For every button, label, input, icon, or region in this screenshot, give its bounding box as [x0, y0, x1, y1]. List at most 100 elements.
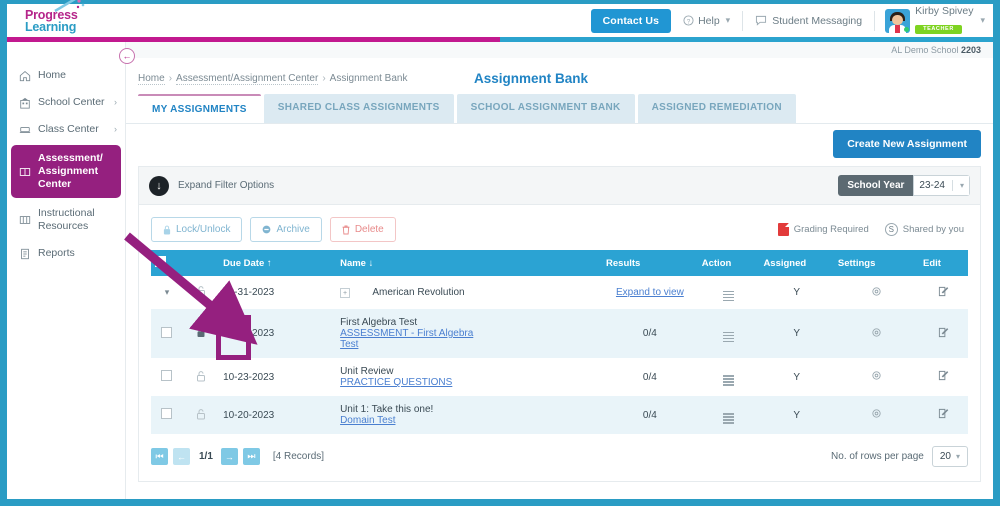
expand-filter-options-label[interactable]: Expand Filter Options	[178, 180, 274, 191]
expand-box-icon[interactable]: +	[340, 288, 351, 299]
user-role-badge: TEACHER	[915, 24, 962, 34]
row-name-cell: Unit Review PRACTICE QUESTIONS	[336, 358, 602, 396]
unlocked-icon[interactable]	[196, 408, 206, 420]
row-assigned: Y	[793, 409, 800, 421]
sidebar-item-class-center[interactable]: Class Center ›	[7, 116, 125, 143]
student-messaging-label: Student Messaging	[772, 14, 863, 27]
sidebar-item-instructional-resources[interactable]: Instructional Resources	[7, 200, 125, 240]
sidebar-collapse-button[interactable]: ←	[119, 48, 135, 64]
row-assessment-link[interactable]: ASSESSMENT - First Algebra Test	[340, 328, 480, 350]
help-menu[interactable]: ? Help ▾	[683, 15, 730, 27]
breadcrumb-item-home[interactable]: Home	[138, 73, 165, 85]
logo-text-learning: Learning	[25, 19, 77, 34]
avatar	[885, 8, 911, 33]
row-checkbox[interactable]	[161, 370, 173, 381]
chevron-down-icon[interactable]: ▾	[165, 287, 170, 297]
gear-icon[interactable]	[871, 408, 882, 419]
column-name[interactable]: Name ↓	[336, 250, 603, 276]
sidebar-item-label: Home	[38, 69, 67, 81]
breadcrumb-row: Home › Assessment/Assignment Center › Assign…	[126, 58, 993, 86]
row-lock-cell	[183, 396, 219, 434]
tab-school-assignment-bank[interactable]: SCHOOL ASSIGNMENT BANK	[456, 94, 635, 123]
archive-button[interactable]: Archive	[250, 217, 322, 242]
sidebar-item-home[interactable]: Home	[7, 62, 125, 89]
building-icon	[19, 97, 31, 109]
app-page: Progress Learning Contact Us ? Help ▾ St…	[0, 0, 1000, 506]
row-assessment-link[interactable]: Domain Test	[340, 415, 395, 426]
pagination-next-button[interactable]: →	[220, 448, 238, 465]
row-checkbox[interactable]	[161, 326, 173, 338]
pencil-square-icon[interactable]	[938, 408, 949, 419]
list-lines-icon[interactable]	[723, 331, 735, 342]
tab-assigned-remediation[interactable]: ASSIGNED REMEDIATION	[637, 94, 796, 123]
header-divider	[742, 10, 744, 31]
pencil-square-icon[interactable]	[938, 370, 949, 381]
rows-per-page-group: No. of rows per page 20 ▾	[831, 446, 968, 467]
user-menu[interactable]: Kirby Spivey TEACHER ▾	[885, 6, 985, 35]
pagination-first-button[interactable]: ⏮	[151, 448, 168, 465]
arrow-down-circle-icon[interactable]: ↓	[149, 175, 169, 196]
progress-learning-logo[interactable]: Progress Learning	[25, 0, 155, 34]
row-assigned: Y	[793, 371, 800, 383]
sidebar: ← Home School Center › Class Center › As…	[7, 42, 135, 499]
sidebar-item-assessment-assignment-center[interactable]: Assessment/ Assignment Center	[11, 145, 121, 198]
tab-my-assignments[interactable]: MY ASSIGNMENTS	[138, 94, 261, 123]
gear-icon[interactable]	[871, 327, 882, 338]
unlocked-icon[interactable]	[196, 370, 206, 382]
row-expander-cell: ▾	[151, 276, 183, 309]
rows-per-page-label: No. of rows per page	[831, 451, 924, 462]
table-row[interactable]: 10-26-2023 First Algebra Test ASSESSMENT…	[151, 309, 968, 358]
bulk-actions-row: Lock/Unlock Archive Delete Grading Requi…	[139, 205, 980, 250]
list-lines-icon[interactable]	[723, 375, 735, 386]
select-all-checkbox[interactable]	[155, 256, 166, 267]
legend-label: Shared by you	[902, 224, 964, 235]
chevron-down-icon: ▾	[955, 452, 960, 461]
create-new-assignment-button[interactable]: Create New Assignment	[833, 130, 981, 158]
table-row[interactable]: 10-23-2023 Unit Review PRACTICE QUESTION…	[151, 358, 968, 396]
tab-shared-class-assignments[interactable]: SHARED CLASS ASSIGNMENTS	[263, 94, 454, 123]
legend-label: Grading Required	[793, 224, 869, 235]
school-name-label: AL Demo School	[891, 45, 959, 55]
breadcrumb-item-assignment-bank: Assignment Bank	[329, 73, 408, 84]
table-row[interactable]: 10-20-2023 Unit 1: Take this one! Domain…	[151, 396, 968, 434]
locked-icon[interactable]	[196, 326, 206, 338]
school-year-dropdown[interactable]: 23-24 ▾	[913, 175, 970, 196]
sidebar-item-reports[interactable]: Reports	[7, 240, 125, 267]
breadcrumb-separator: ›	[322, 73, 326, 84]
chevron-down-icon: ▾	[959, 181, 964, 190]
expand-to-view-link[interactable]: Expand to view	[616, 287, 684, 298]
list-lines-icon[interactable]	[723, 413, 735, 424]
row-settings-cell	[834, 358, 919, 396]
row-due-date: 10-31-2023	[223, 287, 275, 298]
column-due-date[interactable]: Due Date ↑	[219, 250, 337, 276]
sidebar-item-label: Class Center	[38, 123, 99, 135]
row-checkbox[interactable]	[161, 408, 173, 419]
pagination-bar: ⏮ ← 1/1 → ⏭ [4 Records] No. of rows per …	[139, 434, 980, 481]
row-assessment-link[interactable]: PRACTICE QUESTIONS	[340, 377, 452, 388]
breadcrumb-item-assessment-center[interactable]: Assessment/Assignment Center	[176, 73, 319, 85]
sidebar-item-school-center[interactable]: School Center ›	[7, 89, 125, 116]
pagination-records-count: [4 Records]	[272, 451, 325, 462]
chevron-right-icon: ›	[114, 97, 117, 107]
unlocked-icon[interactable]	[196, 285, 206, 297]
pencil-square-icon[interactable]	[938, 327, 949, 338]
gear-icon[interactable]	[871, 286, 882, 297]
lock-unlock-button[interactable]: Lock/Unlock	[151, 217, 243, 242]
pagination-last-button[interactable]: ⏭	[242, 448, 260, 465]
list-lines-icon[interactable]	[723, 290, 735, 301]
delete-button[interactable]: Delete	[329, 217, 396, 242]
gear-icon[interactable]	[871, 370, 882, 381]
home-icon	[19, 70, 31, 82]
row-edit-cell	[919, 276, 968, 309]
book-open-icon	[19, 166, 31, 178]
tab-bar: MY ASSIGNMENTS SHARED CLASS ASSIGNMENTS …	[126, 86, 993, 124]
contact-us-button[interactable]: Contact Us	[590, 8, 672, 33]
row-results: 0/4	[642, 409, 657, 421]
books-icon	[19, 214, 31, 226]
pagination-prev-button[interactable]: ←	[173, 448, 190, 465]
row-lock-cell	[183, 309, 219, 358]
student-messaging-link[interactable]: Student Messaging	[755, 15, 862, 27]
table-row[interactable]: ▾ 10-31-2023 + American Revolution Expan…	[151, 276, 968, 309]
rows-per-page-dropdown[interactable]: 20 ▾	[931, 446, 968, 467]
pencil-square-icon[interactable]	[938, 286, 949, 297]
